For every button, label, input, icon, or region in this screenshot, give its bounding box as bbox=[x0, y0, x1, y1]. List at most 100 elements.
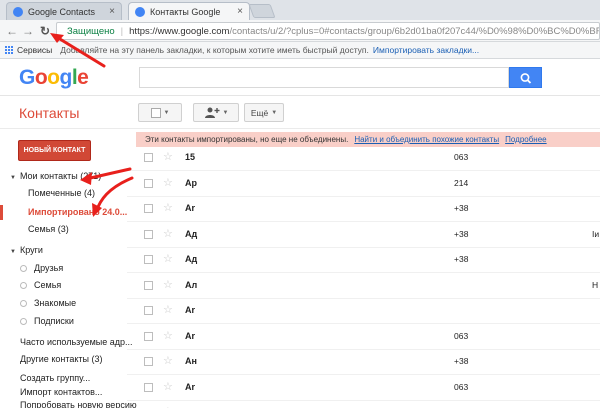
row-checkbox[interactable] bbox=[144, 255, 153, 264]
row-checkbox[interactable] bbox=[144, 229, 153, 239]
close-tab-icon[interactable]: × bbox=[109, 6, 115, 17]
merge-contacts-link[interactable]: Найти и объединить похожие контакты bbox=[354, 135, 499, 144]
contact-row[interactable]: ☆ Ar +38 bbox=[127, 196, 600, 222]
contact-phone: +38 bbox=[454, 356, 469, 366]
star-icon[interactable]: ☆ bbox=[163, 329, 173, 342]
learn-more-link[interactable]: Подробнее bbox=[505, 135, 547, 144]
logo-letter: o bbox=[34, 66, 48, 89]
tab-title: Контакты Google bbox=[150, 6, 221, 17]
contact-name: 15 bbox=[185, 152, 196, 162]
row-checkbox[interactable] bbox=[144, 204, 153, 213]
row-checkbox[interactable] bbox=[144, 382, 153, 392]
reload-icon[interactable]: ↻ bbox=[37, 23, 53, 39]
divider: | bbox=[120, 25, 124, 37]
star-icon[interactable]: ☆ bbox=[163, 252, 173, 265]
search-button[interactable] bbox=[509, 67, 542, 88]
contact-row[interactable]: ☆ Ar 063 bbox=[127, 375, 600, 401]
row-checkbox[interactable] bbox=[144, 331, 153, 341]
star-icon[interactable]: ☆ bbox=[163, 176, 173, 189]
star-icon[interactable]: ☆ bbox=[163, 278, 173, 291]
row-checkbox[interactable] bbox=[144, 357, 153, 366]
row-checkbox[interactable] bbox=[144, 280, 153, 290]
sidebar-item-label: Создать группу... bbox=[20, 373, 91, 383]
more-button[interactable]: Ещё ▼ bbox=[244, 103, 284, 122]
try-new-version-link[interactable]: Попробовать новую версию bbox=[20, 400, 137, 408]
page-title[interactable]: Контакты bbox=[19, 105, 79, 121]
sidebar-item-following[interactable]: Подписки bbox=[20, 316, 74, 326]
address-bar[interactable]: Защищено | https://www.google.com/contac… bbox=[56, 22, 600, 40]
star-icon[interactable]: ☆ bbox=[163, 150, 173, 163]
contact-name: Ал bbox=[185, 279, 198, 290]
url-text: https://www.google.com/contacts/u/2/?cpl… bbox=[129, 25, 599, 37]
apps-bookmark[interactable]: Сервисы bbox=[17, 45, 52, 55]
app-bar: Контакты ▼ ▼ Ещё ▼ bbox=[0, 96, 600, 129]
contact-row[interactable]: ☆ Ar 063 bbox=[127, 324, 600, 350]
logo-letter: e bbox=[77, 66, 89, 89]
close-tab-icon[interactable]: × bbox=[237, 6, 243, 17]
contact-name: Ар bbox=[185, 177, 197, 188]
sidebar-item-family-circle[interactable]: Семья bbox=[20, 280, 61, 290]
forward-arrow-icon[interactable]: → bbox=[20, 23, 36, 39]
sidebar-item-other[interactable]: Другие контакты (3) bbox=[20, 354, 103, 364]
sidebar-item-label: Импорт контактов... bbox=[20, 387, 103, 397]
chevron-down-icon: ▼ bbox=[163, 109, 170, 116]
star-icon[interactable]: ☆ bbox=[163, 354, 173, 367]
add-to-circles-button[interactable]: ▼ bbox=[193, 103, 239, 122]
contact-row[interactable]: ☆ Ад +38 bbox=[127, 247, 600, 273]
sidebar-item-acquaintances[interactable]: Знакомые bbox=[20, 298, 76, 308]
google-logo[interactable]: Google bbox=[19, 66, 89, 90]
star-icon[interactable]: ☆ bbox=[163, 201, 173, 214]
circle-icon bbox=[20, 282, 27, 289]
sidebar-item-circles[interactable]: ▼ Круги bbox=[10, 245, 43, 255]
browser-tabstrip: Google Contacts × Контакты Google × bbox=[0, 0, 600, 20]
create-group-link[interactable]: Создать группу... bbox=[20, 373, 90, 383]
sidebar-item-label: Импортировано 24.0... bbox=[28, 207, 128, 217]
contact-row[interactable]: ☆ Ал Н bbox=[127, 273, 600, 299]
contact-extra: Н bbox=[592, 279, 599, 290]
back-arrow-icon[interactable]: ← bbox=[4, 23, 20, 39]
import-bookmarks-link[interactable]: Импортировать закладки... bbox=[373, 45, 479, 55]
sidebar-item-family[interactable]: Семья (3) bbox=[28, 224, 69, 234]
sidebar-item-starred[interactable]: Помеченные (4) bbox=[28, 188, 95, 198]
row-checkbox[interactable] bbox=[144, 153, 153, 162]
sidebar-item-label: Круги bbox=[19, 245, 43, 255]
sidebar-item-friends[interactable]: Друзья bbox=[20, 263, 63, 273]
tab-google-contacts[interactable]: Google Contacts × bbox=[6, 2, 122, 20]
logo-letter: G bbox=[19, 66, 35, 89]
star-icon[interactable]: ☆ bbox=[163, 380, 173, 393]
sidebar-item-imported[interactable]: Импортировано 24.0... bbox=[28, 207, 127, 217]
apps-grid-icon[interactable] bbox=[5, 46, 13, 54]
import-contacts-link[interactable]: Импорт контактов... bbox=[20, 387, 102, 397]
tab-contacts-google[interactable]: Контакты Google × bbox=[128, 2, 250, 20]
contact-phone: 214 bbox=[454, 177, 469, 188]
expand-triangle-icon[interactable]: ▼ bbox=[10, 249, 16, 255]
sidebar-item-my-contacts[interactable]: ▼ Мои контакты (271) bbox=[10, 171, 101, 181]
contact-row[interactable]: ☆ Ан +38 bbox=[127, 349, 600, 375]
sidebar-item-label: Друзья bbox=[34, 263, 64, 273]
url-path: /contacts/u/2/?cplus=0#contacts/group/6b… bbox=[229, 25, 599, 37]
sidebar-item-label: Мои контакты (271) bbox=[19, 171, 102, 181]
contact-row[interactable]: ☆ Ад +38 Iи bbox=[127, 222, 600, 248]
row-checkbox[interactable] bbox=[144, 178, 153, 188]
notice-message: Эти контакты импортированы, но еще не об… bbox=[145, 135, 349, 144]
new-contact-button[interactable]: НОВЫЙ КОНТАКТ bbox=[18, 140, 91, 161]
new-tab-button[interactable] bbox=[248, 4, 276, 18]
contact-row[interactable]: ☆ Ar bbox=[127, 298, 600, 324]
star-icon[interactable]: ☆ bbox=[163, 227, 173, 240]
sidebar-item-label: Семья bbox=[34, 280, 62, 290]
search-input[interactable] bbox=[139, 67, 509, 88]
contact-phone: +38 bbox=[454, 203, 469, 213]
sidebar-item-frequent[interactable]: Часто используемые адр... bbox=[20, 337, 133, 347]
select-all-button[interactable]: ▼ bbox=[138, 103, 182, 122]
url-host: https://www.google.com bbox=[129, 25, 230, 37]
contact-row[interactable]: ☆ 15 063 bbox=[127, 145, 600, 171]
chevron-down-icon: ▼ bbox=[222, 109, 229, 116]
sidebar-item-label: Попробовать новую версию bbox=[20, 400, 137, 408]
row-checkbox[interactable] bbox=[144, 306, 153, 315]
expand-triangle-icon[interactable]: ▼ bbox=[10, 175, 16, 181]
contact-name: Ar bbox=[185, 203, 196, 213]
star-icon[interactable]: ☆ bbox=[163, 303, 173, 316]
contact-row[interactable]: ☆ Ар 214 bbox=[127, 171, 600, 197]
browser-toolbar: ← → ↻ Защищено | https://www.google.com/… bbox=[0, 20, 600, 42]
contact-row[interactable]: ☆Ан093 bbox=[127, 400, 600, 408]
